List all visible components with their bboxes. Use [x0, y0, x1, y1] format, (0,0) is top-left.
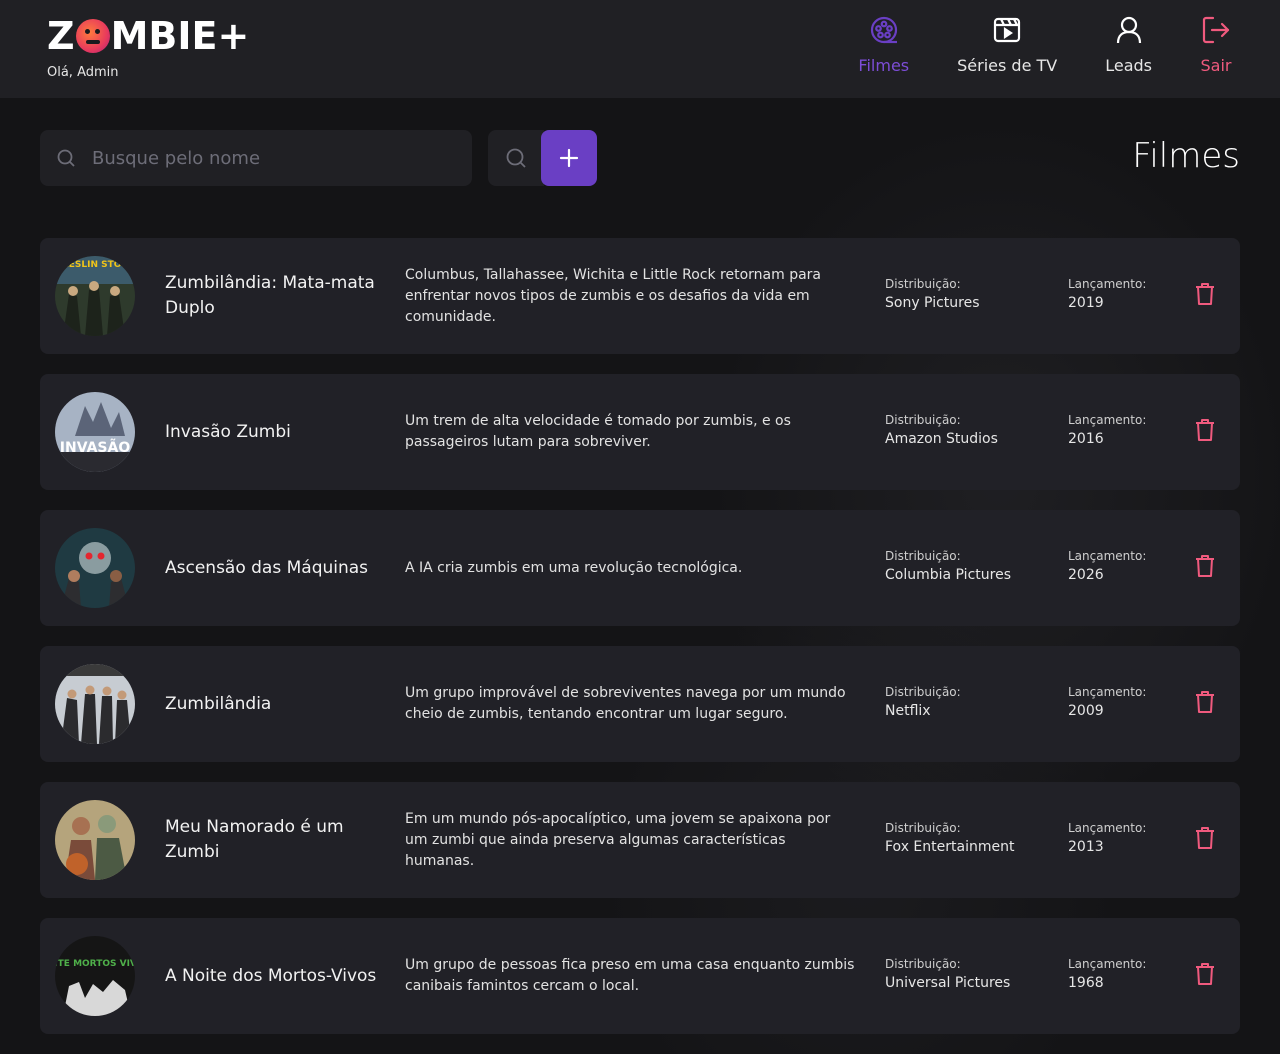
delete-button[interactable]	[1193, 689, 1217, 715]
poster-text: BRESLIN STONE	[55, 260, 135, 270]
movie-title: A Noite dos Mortos-Vivos	[165, 965, 377, 986]
plus-icon	[559, 148, 579, 168]
nav-item-series[interactable]: Séries de TV	[957, 0, 1057, 98]
movie-title: Zumbilândia: Mata-mata Duplo	[165, 273, 375, 318]
app-logo[interactable]: Z MBIE+	[47, 16, 249, 56]
logout-icon	[1202, 16, 1230, 44]
poster-text: INVASÃO	[60, 439, 131, 456]
delete-button[interactable]	[1193, 961, 1217, 987]
release-value: 1968	[1068, 975, 1104, 991]
movie-list: BRESLIN STONE Zumbilândia: Mata-mata Dup…	[40, 238, 1240, 1054]
distribution-label: Distribuição:	[885, 549, 961, 563]
distribution-label: Distribuição:	[885, 685, 961, 699]
movie-poster: BRESLIN STONE	[55, 256, 135, 336]
trash-icon	[1196, 963, 1214, 985]
table-row: Ascensão das Máquinas A IA cria zumbis e…	[40, 510, 1240, 626]
movie-poster	[55, 664, 135, 744]
poster-text: NOITE MORTOS VIVOS	[55, 959, 135, 969]
trash-icon	[1196, 691, 1214, 713]
movie-overview: Um trem de alta velocidade é tomado por …	[405, 413, 791, 450]
movie-title: Ascensão das Máquinas	[165, 557, 369, 578]
release-label: Lançamento:	[1068, 685, 1147, 699]
movie-poster: INVASÃO	[55, 392, 135, 472]
release-value: 2013	[1068, 839, 1104, 855]
nav-label: Séries de TV	[957, 56, 1058, 75]
movie-overview: Um grupo de pessoas fica preso em uma ca…	[405, 957, 855, 994]
distribution-label: Distribuição:	[885, 277, 961, 291]
zombie-face-icon	[75, 19, 110, 53]
trash-icon	[1196, 419, 1214, 441]
movie-overview: Columbus, Tallahassee, Wichita e Little …	[405, 266, 822, 325]
movie-overview: A IA cria zumbis em uma revolução tecnol…	[405, 559, 743, 576]
movie-overview: Um grupo improvável de sobreviventes nav…	[405, 685, 846, 722]
search-icon	[506, 148, 526, 168]
movie-title: Meu Namorado é um Zumbi	[165, 817, 344, 862]
distribution-value: Columbia Pictures	[885, 567, 1011, 583]
movie-poster	[55, 800, 135, 880]
distribution-value: Universal Pictures	[885, 975, 1011, 991]
nav-label: Filmes	[858, 56, 910, 75]
toolbar: Filmes	[40, 130, 1240, 186]
trash-icon	[1196, 283, 1214, 305]
distribution-label: Distribuição:	[885, 821, 961, 835]
search-icon	[57, 149, 75, 167]
trash-icon	[1196, 555, 1214, 577]
logo-suffix: MBIE+	[110, 14, 250, 58]
movie-title: Invasão Zumbi	[165, 421, 291, 442]
movie-poster: NOITE MORTOS VIVOS	[55, 936, 135, 1016]
movie-poster	[55, 528, 135, 608]
trash-icon	[1196, 827, 1214, 849]
release-value: 2016	[1068, 431, 1104, 447]
release-label: Lançamento:	[1068, 957, 1147, 971]
delete-button[interactable]	[1193, 417, 1217, 443]
add-movie-button[interactable]	[541, 130, 597, 186]
release-label: Lançamento:	[1068, 277, 1147, 291]
nav-label: Leads	[1105, 56, 1152, 75]
table-row: NOITE MORTOS VIVOS A Noite dos Mortos-Vi…	[40, 918, 1240, 1034]
table-row: Zumbilândia Um grupo improvável de sobre…	[40, 646, 1240, 762]
release-label: Lançamento:	[1068, 413, 1147, 427]
movie-overview: Em um mundo pós-apocalíptico, uma jovem …	[405, 810, 831, 869]
main-nav: Filmes Séries de TV Leads Sair	[810, 0, 1232, 98]
search-input[interactable]	[92, 130, 472, 186]
movie-title: Zumbilândia	[165, 693, 272, 714]
logo-prefix: Z	[47, 14, 75, 58]
top-header: Z MBIE+ Olá, Admin Filmes Séries de TV L…	[0, 0, 1280, 98]
clapperboard-icon	[994, 17, 1021, 43]
table-row: Meu Namorado é um Zumbi Em um mundo pós-…	[40, 782, 1240, 898]
nav-item-filmes[interactable]: Filmes	[858, 0, 909, 98]
distribution-value: Sony Pictures	[885, 295, 980, 311]
distribution-label: Distribuição:	[885, 957, 961, 971]
user-greeting: Olá, Admin	[47, 65, 119, 80]
delete-button[interactable]	[1193, 553, 1217, 579]
release-value: 2026	[1068, 567, 1104, 583]
distribution-label: Distribuição:	[885, 413, 961, 427]
nav-item-leads[interactable]: Leads	[1105, 0, 1152, 98]
nav-item-sair[interactable]: Sair	[1200, 0, 1232, 98]
search-button[interactable]	[488, 130, 544, 186]
table-row: BRESLIN STONE Zumbilândia: Mata-mata Dup…	[40, 238, 1240, 354]
page-title: Filmes	[1132, 136, 1240, 176]
user-icon	[1116, 16, 1141, 44]
search-box	[40, 130, 472, 186]
release-value: 2009	[1068, 703, 1104, 719]
delete-button[interactable]	[1193, 825, 1217, 851]
film-reel-icon	[870, 16, 897, 44]
table-row: INVASÃO Invasão Zumbi Um trem de alta ve…	[40, 374, 1240, 490]
nav-label: Sair	[1200, 56, 1232, 75]
distribution-value: Amazon Studios	[885, 431, 998, 447]
distribution-value: Fox Entertainment	[885, 839, 1015, 855]
delete-button[interactable]	[1193, 281, 1217, 307]
distribution-value: Netflix	[885, 703, 931, 719]
release-label: Lançamento:	[1068, 821, 1147, 835]
release-label: Lançamento:	[1068, 549, 1147, 563]
release-value: 2019	[1068, 295, 1104, 311]
